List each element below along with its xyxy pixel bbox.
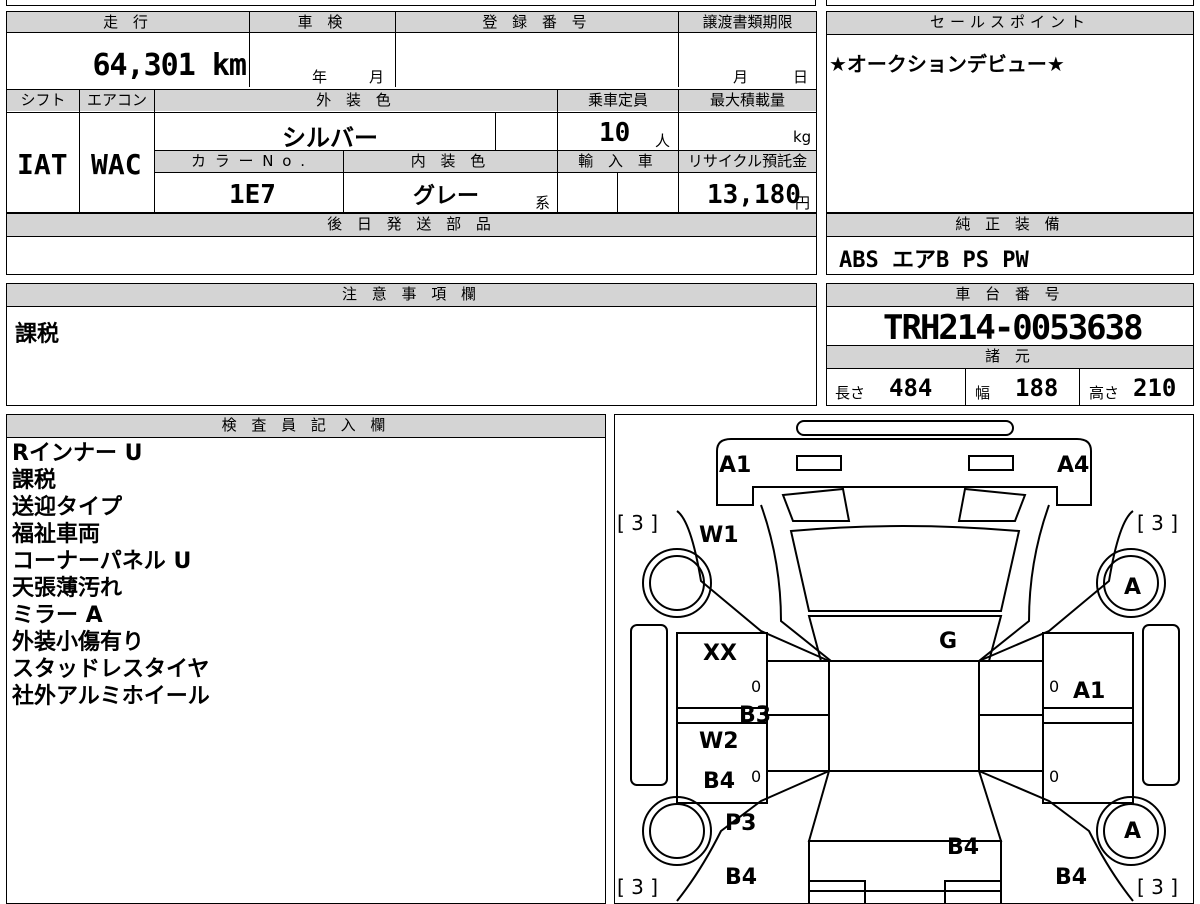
recycle-header: リサイクル預託金 <box>679 151 816 172</box>
damage-mark: A4 <box>1057 453 1090 478</box>
caution-value: 課税 <box>15 322 60 347</box>
recycle-unit: 円 <box>795 194 811 212</box>
car-diagram-section: A1 A4 W1 A XX G A1 B3 W2 B4 P3 A B4 B4 B… <box>614 414 1194 904</box>
load-unit: kg <box>793 128 812 146</box>
zero-mark: 0 <box>1049 677 1060 696</box>
sales-point-value: ★オークションデビュー★ <box>829 52 1065 76</box>
equipment-section: 純 正 装 備 ABS エアB PS PW <box>826 213 1194 275</box>
caution-header: 注 意 事 項 欄 <box>7 284 816 306</box>
damage-mark: XX <box>703 641 737 666</box>
top-cut-row <box>6 0 816 6</box>
inspector-line: Rインナー U <box>12 441 143 466</box>
damage-mark: B4 <box>1055 865 1088 890</box>
transfer-header: 譲渡書類期限 <box>679 12 816 32</box>
damage-mark: B3 <box>739 703 772 728</box>
length-value: 484 <box>889 374 933 402</box>
car-diagram <box>630 420 1180 903</box>
damage-mark: P3 <box>725 811 757 836</box>
color-no-value: 1E7 <box>229 180 276 210</box>
inspector-line: 社外アルミホイール <box>12 684 210 709</box>
inspector-line: 天張薄汚れ <box>12 576 123 601</box>
transfer-month: 月 <box>733 68 749 86</box>
import-header: 輸 入 車 <box>558 151 678 172</box>
transfer-day: 日 <box>793 68 809 86</box>
shift-header: シフト <box>7 90 79 111</box>
recycle-value: 13,180 <box>707 180 801 210</box>
tire-grade: [ 3 ] <box>1137 875 1179 899</box>
tire-grade: [ 3 ] <box>617 875 659 899</box>
inspection-header: 車 検 <box>250 12 395 32</box>
max-load-header: 最大積載量 <box>679 90 816 111</box>
height-label: 高さ <box>1089 384 1120 402</box>
chassis-section: 車 台 番 号 TRH214-0053638 諸 元 長さ 484 幅 188 … <box>826 283 1194 406</box>
inspector-line: コーナーパネル U <box>12 549 192 574</box>
inspector-line: 課税 <box>12 468 57 493</box>
interior-color-value: グレー <box>413 184 480 209</box>
vehicle-info-table: 走 行 車 検 登 録 番 号 譲渡書類期限 64,301 km 年 月 月 日… <box>6 11 817 213</box>
interior-color-header: 内 装 色 <box>344 151 557 172</box>
height-value: 210 <box>1133 374 1177 402</box>
aircon-value: WAC <box>91 148 142 181</box>
color-no-header: カ ラ ー N o . <box>155 151 343 172</box>
capacity-header: 乗車定員 <box>558 90 678 111</box>
damage-mark: W1 <box>699 523 739 548</box>
chassis-value: TRH214-0053638 <box>883 308 1144 348</box>
zero-mark: 0 <box>751 767 762 786</box>
exterior-color-header: 外 装 色 <box>155 90 557 111</box>
inspector-line: 福祉車両 <box>12 522 101 547</box>
equipment-header: 純 正 装 備 <box>827 214 1193 236</box>
later-parts-section: 後 日 発 送 部 品 <box>6 213 817 275</box>
inspector-header: 検 査 員 記 入 欄 <box>7 415 605 437</box>
caution-section: 注 意 事 項 欄 課税 <box>6 283 817 406</box>
damage-mark: A1 <box>719 453 752 478</box>
sales-point-section: セールスポイント ★オークションデビュー★ <box>826 11 1194 213</box>
inspection-month: 月 <box>369 68 385 86</box>
mileage-value: 64,301 km <box>92 48 247 83</box>
damage-mark: A1 <box>1073 679 1106 704</box>
damage-mark: B4 <box>947 835 980 860</box>
later-parts-header: 後 日 発 送 部 品 <box>7 214 816 236</box>
length-label: 長さ <box>835 384 866 402</box>
width-label: 幅 <box>975 384 991 402</box>
damage-mark: G <box>939 629 958 654</box>
inspector-line: 外装小傷有り <box>12 630 145 655</box>
damage-mark: A <box>1124 575 1142 600</box>
capacity-unit: 人 <box>655 132 671 150</box>
inspector-line: スタッドレスタイヤ <box>12 657 210 682</box>
chassis-header: 車 台 番 号 <box>827 284 1193 306</box>
width-value: 188 <box>1015 374 1059 402</box>
inspector-notes: Rインナー U 課税 送迎タイプ 福祉車両 コーナーパネル U 天張薄汚れ ミラ… <box>12 440 210 710</box>
inspector-line: ミラー A <box>12 603 103 628</box>
sales-point-header: セールスポイント <box>827 12 1193 34</box>
specs-header: 諸 元 <box>827 346 1193 368</box>
shift-value: IAT <box>17 148 68 181</box>
inspection-year: 年 <box>312 68 328 86</box>
registration-header: 登 録 番 号 <box>396 12 678 32</box>
inspector-line: 送迎タイプ <box>12 495 123 520</box>
damage-mark: B4 <box>725 865 758 890</box>
tire-grade: [ 3 ] <box>617 511 659 535</box>
zero-mark: 0 <box>1049 767 1060 786</box>
capacity-value: 10 <box>599 118 631 148</box>
interior-suffix: 系 <box>535 194 551 212</box>
exterior-color-value: シルバー <box>282 124 378 152</box>
damage-mark: W2 <box>699 729 739 754</box>
top-cut-right <box>826 0 1194 6</box>
mileage-header: 走 行 <box>7 12 249 32</box>
tire-grade: [ 3 ] <box>1137 511 1179 535</box>
equipment-value: ABS エアB PS PW <box>839 248 1029 273</box>
zero-mark: 0 <box>751 677 762 696</box>
damage-mark: A <box>1124 819 1142 844</box>
aircon-header: エアコン <box>80 90 154 111</box>
damage-mark: B4 <box>703 769 736 794</box>
